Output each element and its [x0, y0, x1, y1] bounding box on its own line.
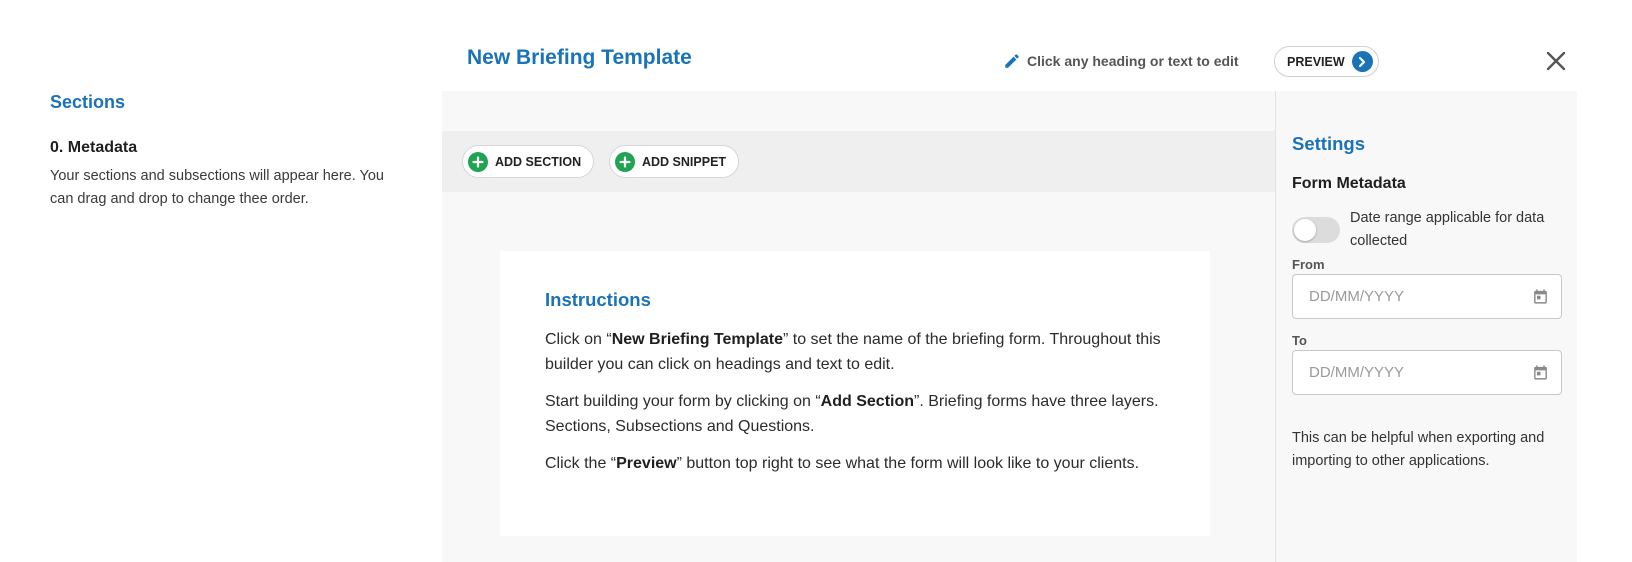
instructions-title: Instructions [545, 289, 651, 310]
date-range-toggle-label: Date range applicable for data collected [1350, 210, 1545, 249]
edit-hint: Click any heading or text to edit [1003, 50, 1239, 72]
instructions-paragraph: Start building your form by clicking on … [545, 393, 1159, 435]
settings-panel: Settings Form Metadata Date range applic… [1275, 91, 1577, 562]
pencil-icon [1005, 54, 1019, 68]
builder-toolbar: ADD SECTION ADD SNIPPET [442, 131, 1275, 192]
calendar-icon[interactable] [1532, 288, 1549, 305]
to-label: To [1292, 333, 1307, 348]
sections-sidebar: Sections 0. Metadata Your sections and s… [0, 0, 440, 562]
from-date-input[interactable] [1293, 275, 1523, 318]
to-date-input[interactable] [1293, 351, 1523, 394]
chevron-right-icon [1351, 51, 1373, 72]
to-date-field[interactable] [1292, 350, 1562, 395]
instructions-paragraph: Click on “New Briefing Template” to set … [545, 331, 1161, 373]
edit-hint-text: Click any heading or text to edit [1027, 53, 1239, 69]
add-snippet-button[interactable]: ADD SNIPPET [609, 145, 740, 178]
preview-button-label: PREVIEW [1287, 54, 1345, 69]
preview-button[interactable]: PREVIEW [1274, 46, 1379, 77]
settings-title: Settings [1292, 133, 1365, 154]
section-item-metadata[interactable]: 0. Metadata [50, 139, 137, 157]
from-label: From [1292, 257, 1325, 272]
builder-canvas: ADD SECTION ADD SNIPPET Instructions Cli… [442, 91, 1275, 562]
close-icon[interactable] [1544, 49, 1568, 73]
add-section-label: ADD SECTION [495, 154, 582, 169]
sidebar-title: Sections [50, 92, 126, 112]
plus-icon [615, 151, 635, 172]
page-title[interactable]: New Briefing Template [467, 46, 692, 70]
plus-icon [468, 151, 488, 172]
instructions-body: Click on “New Briefing Template” to set … [545, 328, 1165, 490]
toggle-knob [1294, 219, 1316, 241]
instructions-paragraph: Click the “Preview” button top right to … [545, 455, 1140, 472]
date-range-toggle[interactable] [1292, 217, 1340, 243]
sidebar-help-text: Your sections and subsections will appea… [50, 168, 384, 207]
add-snippet-label: ADD SNIPPET [642, 154, 727, 169]
form-metadata-heading: Form Metadata [1292, 175, 1406, 192]
instructions-card: Instructions Click on “New Briefing Temp… [500, 251, 1210, 536]
settings-help-text: This can be helpful when exporting and i… [1292, 430, 1545, 469]
calendar-icon[interactable] [1532, 364, 1549, 381]
from-date-field[interactable] [1292, 274, 1562, 319]
add-section-button[interactable]: ADD SECTION [462, 145, 595, 178]
